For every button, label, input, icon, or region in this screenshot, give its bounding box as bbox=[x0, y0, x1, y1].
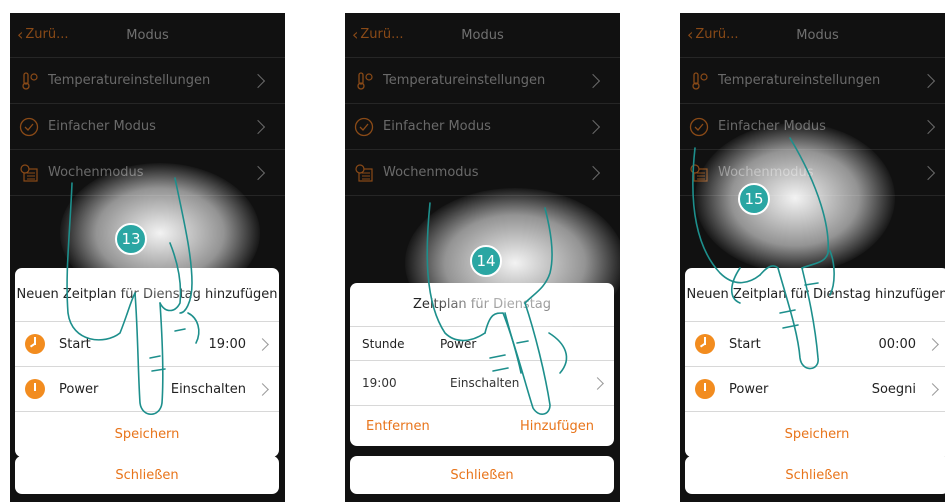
pointing-hand-illustration bbox=[692, 137, 835, 370]
step-badge: 15 bbox=[738, 183, 770, 215]
phone-screen-step-14: ‹ Zurü... Modus Temperatureinstellungen … bbox=[345, 13, 620, 502]
pointing-hand-illustration bbox=[66, 177, 200, 416]
phone-screen-step-15: ‹ Zurü... Modus Temperatureinstellungen … bbox=[680, 13, 945, 502]
phone-screen-step-13: ‹ Zurü... Modus Temperatureinstellungen … bbox=[10, 13, 285, 502]
step-badge: 13 bbox=[115, 223, 147, 255]
step-badge: 14 bbox=[470, 245, 502, 277]
